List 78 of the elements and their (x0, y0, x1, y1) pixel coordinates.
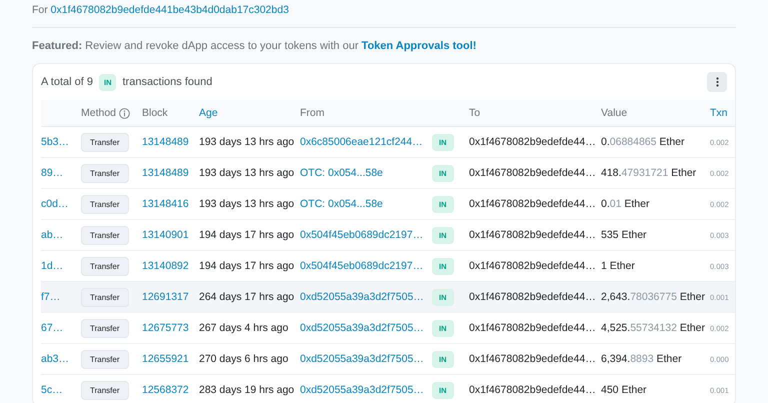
from-address-link[interactable]: 0x6c85006eae121cf244… (300, 136, 423, 148)
transaction-hash-link[interactable]: 1d… (41, 260, 64, 272)
method-badge: Transfer (81, 164, 128, 182)
vertical-dots-icon (716, 77, 718, 87)
age-text: 194 days 17 hrs ago (199, 229, 294, 241)
value-text: 450 Ether (601, 384, 647, 396)
value-text: 1 Ether (601, 260, 635, 272)
column-header: Block (142, 107, 168, 119)
address-link[interactable]: 0x1f4678082b9edefde441be43b4d0dab17c302bd3 (50, 4, 289, 16)
from-address-link[interactable]: 0xd52055a39a3d2f7505… (300, 291, 424, 303)
block-link[interactable]: 13148489 (142, 136, 189, 148)
method-badge: Transfer (81, 380, 128, 400)
age-text: 194 days 17 hrs ago (199, 260, 294, 272)
transaction-hash-link[interactable]: ab… (41, 229, 64, 241)
method-badge: Transfer (81, 288, 128, 306)
value-text: 418.47931721 Ether (601, 167, 696, 179)
to-address-text: 0x1f4678082b9edefde44… (469, 353, 596, 365)
transaction-hash-link[interactable]: 89… (41, 167, 64, 179)
age-text: 264 days 17 hrs ago (199, 291, 294, 303)
from-address-link[interactable]: 0x504f45eb0689dc2197… (300, 260, 424, 272)
to-address-text: 0x1f4678082b9edefde44… (469, 384, 596, 396)
to-address-text: 0x1f4678082b9edefde44… (469, 136, 596, 148)
from-address-link[interactable]: OTC: 0x054...58e (300, 198, 383, 210)
from-address-link[interactable]: 0xd52055a39a3d2f7505… (300, 353, 424, 365)
method-badge: Transfer (81, 256, 128, 276)
age-text: 193 days 13 hrs ago (199, 167, 294, 179)
block-link[interactable]: 12655921 (142, 353, 189, 365)
value-text: 2,643.78036775 Ether (601, 291, 705, 303)
value-text: 6,394.8893 Ether (601, 353, 682, 365)
to-address-text: 0x1f4678082b9edefde44… (469, 229, 596, 241)
from-address-link[interactable]: OTC: 0x054...58e (300, 167, 383, 179)
method-badge: Transfer (81, 318, 128, 338)
transaction-hash-link[interactable]: 67… (41, 322, 64, 334)
transaction-hash-link[interactable]: c0d… (41, 198, 68, 210)
column-header: Method (81, 107, 116, 119)
featured-notice: Featured: Review and revoke dApp access to your tokens with our Token Approvals tool! (32, 40, 478, 52)
value-text: 535 Ether (601, 229, 647, 241)
to-address-text: 0x1f4678082b9edefde44… (469, 291, 596, 303)
age-text: 193 days 13 hrs ago (199, 136, 294, 148)
block-link[interactable]: 13148416 (142, 198, 189, 210)
age-text: 283 days 19 hrs ago (199, 384, 294, 396)
from-address-link[interactable]: 0x504f45eb0689dc2197… (300, 229, 424, 241)
age-text: 270 days 6 hrs ago (199, 353, 288, 365)
column-header: Value (601, 107, 628, 119)
address-line: For 0x1f4678082b9edefde441be43b4d0dab17c302bd3 (32, 4, 289, 16)
column-header: To (469, 107, 480, 119)
block-link[interactable]: 13148489 (142, 167, 189, 179)
column-header[interactable]: Age (199, 107, 218, 119)
transaction-hash-link[interactable]: ab3… (41, 353, 70, 365)
age-text: 267 days 4 hrs ago (199, 322, 288, 334)
block-link[interactable]: 13140901 (142, 229, 189, 241)
value-text: 0.06884865 Ether (601, 136, 684, 148)
value-text: 0.01 Ether (601, 198, 650, 210)
transaction-hash-link[interactable]: f7… (41, 291, 60, 303)
age-text: 193 days 13 hrs ago (199, 198, 294, 210)
method-badge: Transfer (81, 194, 128, 214)
method-badge: Transfer (81, 350, 128, 368)
value-text: 4,525.55734132 Ether (601, 322, 705, 334)
summary-text: transactions found (122, 76, 212, 88)
transaction-hash-link[interactable]: 5b3… (41, 136, 70, 148)
to-address-text: 0x1f4678082b9edefde44… (469, 198, 596, 210)
more-options-button[interactable] (707, 72, 727, 92)
summary-text: A total of 9 (41, 76, 93, 88)
column-header: From (300, 107, 324, 119)
method-badge: Transfer (81, 226, 128, 244)
to-address-text: 0x1f4678082b9edefde44… (469, 260, 596, 272)
to-address-text: 0x1f4678082b9edefde44… (469, 322, 596, 334)
block-link[interactable]: 12568372 (142, 384, 189, 396)
token-approvals-link[interactable]: Token Approvals tool! (362, 40, 476, 52)
to-address-text: 0x1f4678082b9edefde44… (469, 167, 596, 179)
from-address-link[interactable]: 0xd52055a39a3d2f7505… (300, 384, 424, 396)
block-link[interactable]: 12691317 (142, 291, 189, 303)
transaction-hash-link[interactable]: 5c… (41, 384, 63, 396)
info-icon (119, 108, 130, 118)
block-link[interactable]: 12675773 (142, 322, 189, 334)
from-address-link[interactable]: 0xd52055a39a3d2f7505… (300, 322, 424, 334)
block-link[interactable]: 13140892 (142, 260, 189, 272)
method-badge: Transfer (81, 132, 128, 152)
